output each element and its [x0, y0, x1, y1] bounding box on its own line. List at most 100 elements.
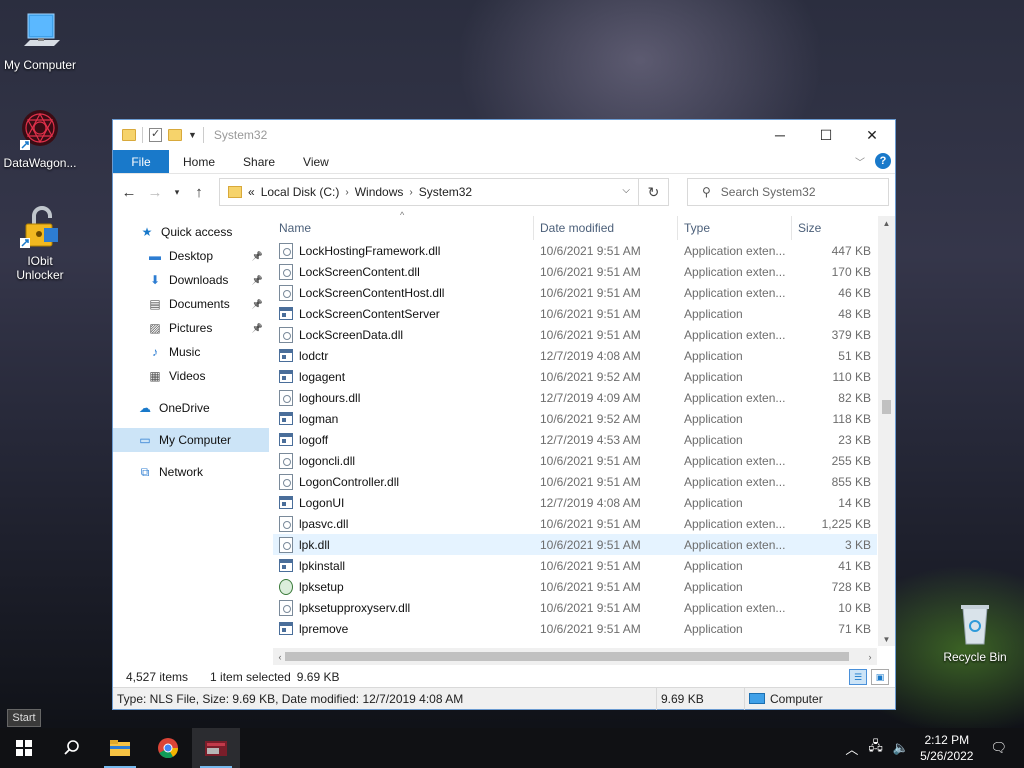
nav-item-my-computer[interactable]: ▭ My Computer: [113, 428, 269, 452]
file-row[interactable]: lpk.dll 10/6/2021 9:51 AM Application exte…: [273, 534, 877, 555]
desktop-icon-recycle-bin[interactable]: Recycle Bin: [935, 602, 1015, 664]
network-status-icon[interactable]: 🖧: [863, 737, 888, 759]
taskbar-datawagon[interactable]: [192, 728, 240, 768]
breadcrumb-windows[interactable]: Windows: [355, 185, 404, 199]
nav-item-onedrive[interactable]: ☁ OneDrive: [113, 396, 269, 420]
column-header-name[interactable]: Name: [273, 216, 534, 240]
file-name-cell[interactable]: lpkinstall: [279, 555, 529, 576]
file-name-cell[interactable]: LockScreenData.dll: [279, 324, 529, 345]
up-button[interactable]: ↑: [189, 180, 209, 204]
scroll-right-icon[interactable]: ›: [863, 648, 877, 665]
file-name-cell[interactable]: LockScreenContentServer: [279, 303, 529, 324]
nav-item-videos[interactable]: ▦ Videos: [113, 364, 269, 388]
volume-icon[interactable]: 🔈: [888, 740, 914, 756]
column-header-date-modified[interactable]: Date modified: [534, 216, 678, 240]
file-row[interactable]: LockHostingFramework.dll 10/6/2021 9:51 A…: [273, 240, 877, 261]
file-name-cell[interactable]: LockScreenContentHost.dll: [279, 282, 529, 303]
scroll-down-icon[interactable]: ▼: [878, 632, 895, 646]
file-row[interactable]: LockScreenContentHost.dll 10/6/2021 9:51 …: [273, 282, 877, 303]
taskbar-file-explorer[interactable]: [96, 728, 144, 768]
file-row[interactable]: lpremove 10/6/2021 9:51 AM Application 71 K…: [273, 618, 877, 639]
breadcrumb-local-disk[interactable]: Local Disk (C:): [261, 185, 340, 199]
file-row[interactable]: logagent 10/6/2021 9:52 AM Application 110 …: [273, 366, 877, 387]
file-row[interactable]: lpksetupproxyserv.dll 10/6/2021 9:51 AM Ap…: [273, 597, 877, 618]
file-row[interactable]: lpasvc.dll 10/6/2021 9:51 AM Application e…: [273, 513, 877, 534]
recent-locations-chevron-icon[interactable]: ▾: [171, 180, 183, 204]
large-icons-view-button[interactable]: ▣: [871, 669, 889, 685]
help-icon[interactable]: ?: [875, 153, 891, 169]
minimize-button[interactable]: ─: [757, 120, 803, 150]
tab-view[interactable]: View: [289, 150, 343, 173]
nav-item-network[interactable]: ⧉ Network: [113, 460, 269, 484]
file-name-cell[interactable]: logoncli.dll: [279, 450, 529, 471]
nav-item-documents[interactable]: ▤ Documents 📌: [113, 292, 269, 316]
file-row[interactable]: loghours.dll 12/7/2019 4:09 AM Application…: [273, 387, 877, 408]
file-row[interactable]: lpkinstall 10/6/2021 9:51 AM Application 41…: [273, 555, 877, 576]
file-name-cell[interactable]: logoff: [279, 429, 529, 450]
file-row[interactable]: logoff 12/7/2019 4:53 AM Application 23 KB: [273, 429, 877, 450]
nav-item-music[interactable]: ♪ Music: [113, 340, 269, 364]
file-row[interactable]: logman 10/6/2021 9:52 AM Application 118 KB: [273, 408, 877, 429]
close-button[interactable]: ✕: [849, 120, 895, 150]
tab-share[interactable]: Share: [229, 150, 289, 173]
file-name-cell[interactable]: LockHostingFramework.dll: [279, 240, 529, 261]
file-row[interactable]: logoncli.dll 10/6/2021 9:51 AM Application…: [273, 450, 877, 471]
nav-item-quick-access[interactable]: ★ Quick access: [113, 220, 269, 244]
file-name-cell[interactable]: lpasvc.dll: [279, 513, 529, 534]
tab-home[interactable]: Home: [169, 150, 229, 173]
breadcrumb-overflow[interactable]: «: [248, 185, 255, 199]
file-name-cell[interactable]: lpremove: [279, 618, 529, 639]
customize-toolbar-chevron-icon[interactable]: ▼: [188, 130, 197, 140]
nav-item-downloads[interactable]: ⬇ Downloads 📌: [113, 268, 269, 292]
forward-button[interactable]: →: [145, 180, 165, 204]
file-name-cell[interactable]: lodctr: [279, 345, 529, 366]
details-view-button[interactable]: ☰: [849, 669, 867, 685]
scrollbar-thumb[interactable]: [285, 652, 849, 661]
file-row[interactable]: LogonUI 12/7/2019 4:08 AM Application 14 KB: [273, 492, 877, 513]
file-name-cell[interactable]: logman: [279, 408, 529, 429]
refresh-button[interactable]: ↻: [638, 179, 668, 205]
new-folder-icon[interactable]: [168, 129, 182, 141]
properties-icon[interactable]: [149, 127, 162, 142]
file-name-cell[interactable]: LogonUI: [279, 492, 529, 513]
file-name-cell[interactable]: LockScreenContent.dll: [279, 261, 529, 282]
expand-ribbon-chevron-icon[interactable]: ﹀: [855, 154, 865, 169]
file-row[interactable]: LockScreenContent.dll 10/6/2021 9:51 AM Ap…: [273, 261, 877, 282]
column-header-type[interactable]: Type: [678, 216, 792, 240]
breadcrumb-separator-icon[interactable]: ›: [409, 187, 412, 198]
file-name-cell[interactable]: lpksetup: [279, 576, 529, 597]
horizontal-scrollbar[interactable]: ‹ ›: [273, 648, 877, 665]
breadcrumb-separator-icon[interactable]: ›: [345, 187, 348, 198]
start-button[interactable]: [0, 728, 48, 768]
taskbar-chrome[interactable]: [144, 728, 192, 768]
nav-item-pictures[interactable]: ▨ Pictures 📌: [113, 316, 269, 340]
notifications-icon[interactable]: 🗨: [985, 740, 1012, 756]
file-name-cell[interactable]: lpk.dll: [279, 534, 529, 555]
scroll-up-icon[interactable]: ▲: [878, 216, 895, 230]
search-button[interactable]: [48, 728, 96, 768]
file-name-cell[interactable]: logagent: [279, 366, 529, 387]
clock[interactable]: 2:12 PM 5/26/2022: [920, 732, 973, 764]
file-row[interactable]: LogonController.dll 10/6/2021 9:51 AM Appl…: [273, 471, 877, 492]
address-bar[interactable]: « Local Disk (C:) › Windows › System32 ⌵…: [219, 178, 669, 206]
tab-file[interactable]: File: [113, 150, 169, 173]
search-box[interactable]: ⚲ Search System32: [687, 178, 889, 206]
desktop-icon-my-computer[interactable]: My Computer: [0, 10, 80, 72]
desktop-icon-iobit-unlocker[interactable]: IObit Unlocker: [0, 206, 80, 282]
address-dropdown-chevron-icon[interactable]: ⌵: [622, 185, 630, 196]
file-name-cell[interactable]: LogonController.dll: [279, 471, 529, 492]
breadcrumb-system32[interactable]: System32: [419, 185, 472, 199]
back-button[interactable]: ←: [119, 180, 139, 204]
column-header-size[interactable]: Size: [792, 216, 874, 240]
file-name-cell[interactable]: lpksetupproxyserv.dll: [279, 597, 529, 618]
vertical-scrollbar[interactable]: ▲ ▼: [878, 216, 895, 646]
file-name-cell[interactable]: loghours.dll: [279, 387, 529, 408]
file-row[interactable]: LockScreenData.dll 10/6/2021 9:51 AM Appli…: [273, 324, 877, 345]
maximize-button[interactable]: ☐: [803, 120, 849, 150]
desktop-icon-datawagon[interactable]: DataWagon...: [0, 108, 80, 170]
nav-item-desktop[interactable]: ▬ Desktop 📌: [113, 244, 269, 268]
show-hidden-icons-chevron-icon[interactable]: ︿: [840, 739, 863, 758]
file-row[interactable]: lodctr 12/7/2019 4:08 AM Application 51 KB: [273, 345, 877, 366]
title-bar[interactable]: ▼ System32 ─ ☐ ✕: [113, 120, 895, 150]
scrollbar-thumb[interactable]: [882, 400, 891, 414]
